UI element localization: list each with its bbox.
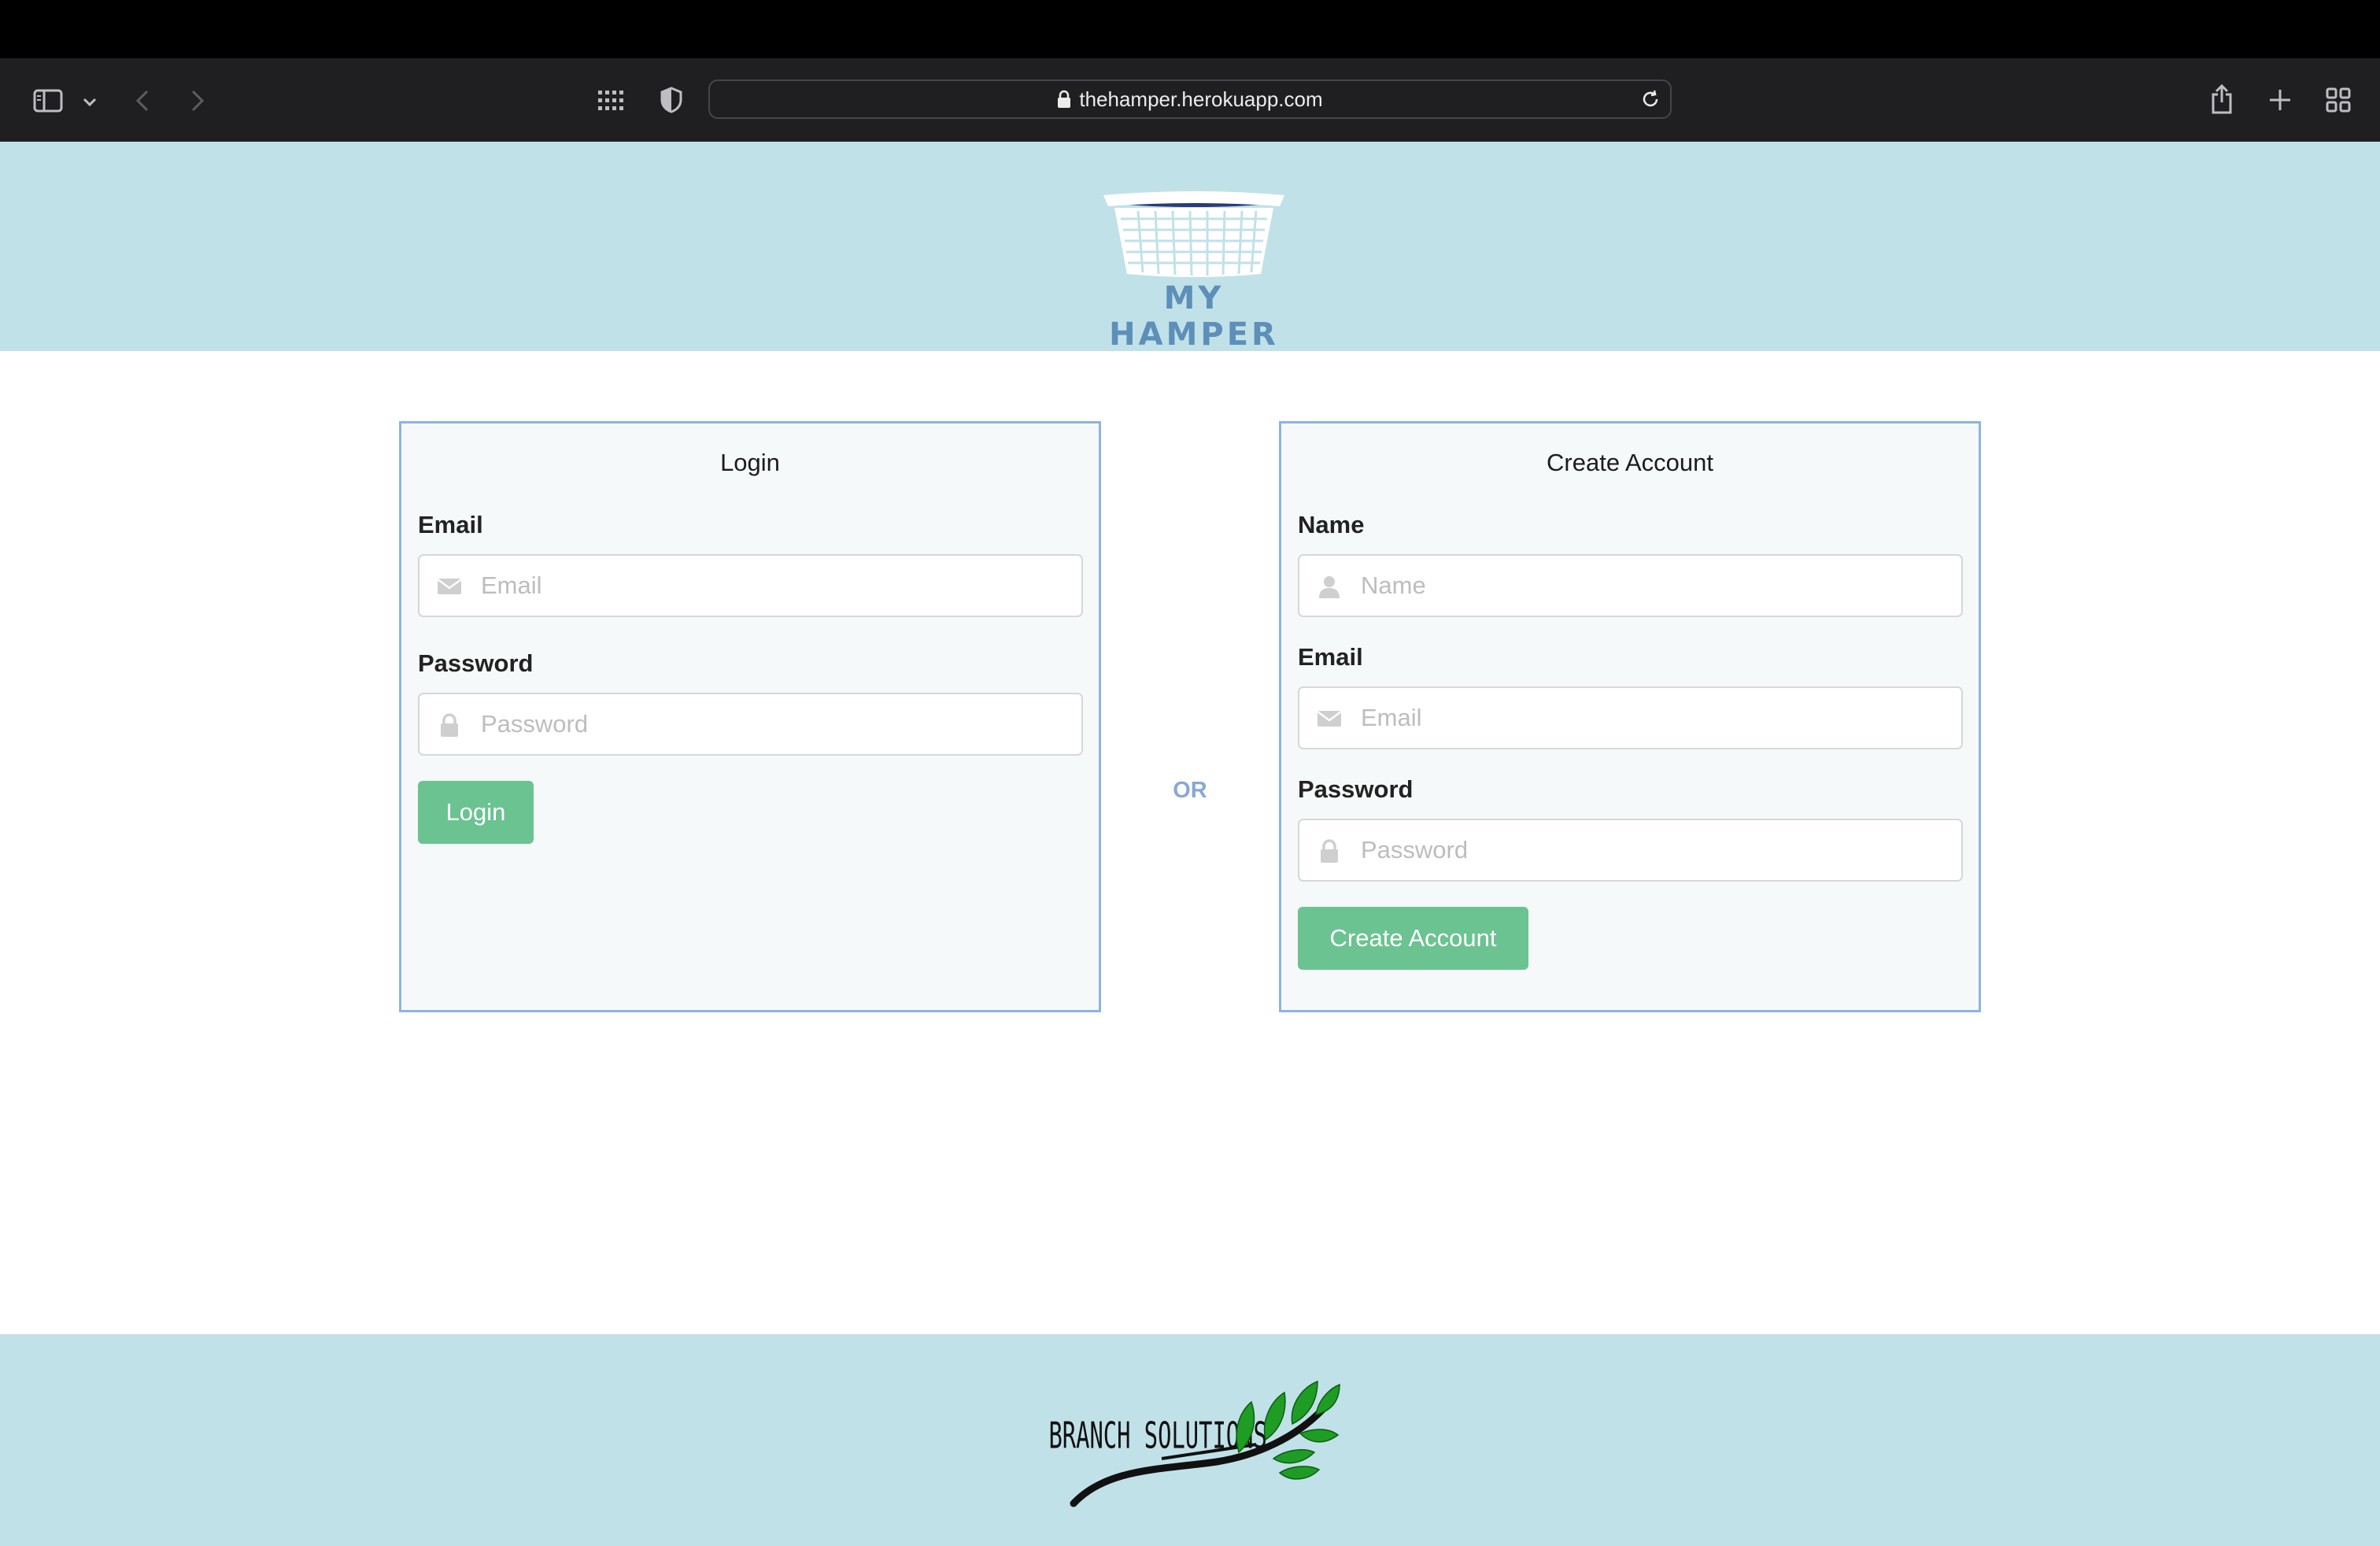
- chevron-down-icon[interactable]: [79, 93, 101, 112]
- login-password-field[interactable]: [418, 693, 1083, 756]
- share-icon[interactable]: [2207, 80, 2237, 118]
- tab-overview-icon[interactable]: [2323, 85, 2353, 115]
- my-hamper-logo[interactable]: MY HAMPER: [1099, 183, 1289, 353]
- forward-icon[interactable]: [186, 83, 209, 118]
- privacy-shield-icon[interactable]: [656, 83, 686, 117]
- svg-text:BRANCH SOLUTIONS: BRANCH SOLUTIONS: [1048, 1415, 1266, 1457]
- address-url: thehamper.herokuapp.com: [1079, 87, 1323, 111]
- app-grid-icon[interactable]: [595, 87, 626, 115]
- or-separator: OR: [1173, 778, 1207, 803]
- lock-icon: [437, 712, 462, 742]
- login-password-input[interactable]: [481, 694, 1074, 754]
- system-menu-bar: [0, 0, 2380, 58]
- create-email-field[interactable]: [1298, 686, 1963, 749]
- create-name-field[interactable]: [1298, 554, 1963, 617]
- create-email-label: Email: [1298, 643, 1363, 671]
- create-password-input[interactable]: [1361, 820, 1953, 880]
- site-header: MY HAMPER: [0, 142, 2380, 353]
- create-name-input[interactable]: [1361, 556, 1953, 616]
- create-account-button[interactable]: Create Account: [1298, 907, 1528, 970]
- login-email-field[interactable]: [418, 554, 1083, 617]
- create-password-field[interactable]: [1298, 819, 1963, 882]
- laundry-basket-icon: [1103, 191, 1284, 277]
- login-email-input[interactable]: [481, 556, 1074, 616]
- back-icon[interactable]: [131, 83, 154, 118]
- login-button[interactable]: Login: [418, 781, 534, 844]
- create-password-label: Password: [1298, 775, 1414, 803]
- address-bar[interactable]: thehamper.herokuapp.com: [708, 80, 1672, 119]
- lock-icon: [1058, 90, 1071, 108]
- logo-text: MY HAMPER: [1109, 280, 1279, 353]
- envelope-icon: [1317, 706, 1342, 734]
- login-panel: Login Email Password Login: [399, 421, 1101, 1012]
- create-account-title: Create Account: [1547, 449, 1713, 476]
- browser-toolbar: thehamper.herokuapp.com: [0, 58, 2380, 142]
- user-icon: [1317, 574, 1342, 603]
- new-tab-icon[interactable]: [2265, 85, 2295, 115]
- lock-icon: [1317, 838, 1342, 867]
- envelope-icon: [437, 574, 462, 601]
- create-email-input[interactable]: [1361, 688, 1953, 748]
- login-email-label: Email: [418, 511, 483, 538]
- sidebar-toggle-icon[interactable]: [30, 85, 66, 117]
- login-title: Login: [720, 449, 780, 476]
- create-name-label: Name: [1298, 511, 1365, 538]
- branch-solutions-logo: BRANCH SOLUTIONS: [1044, 1374, 1343, 1507]
- site-footer: BRANCH SOLUTIONS: [0, 1334, 2380, 1546]
- login-password-label: Password: [418, 649, 534, 677]
- create-account-panel: Create Account Name Email Password Creat…: [1279, 421, 1981, 1012]
- reload-icon[interactable]: [1640, 89, 1661, 113]
